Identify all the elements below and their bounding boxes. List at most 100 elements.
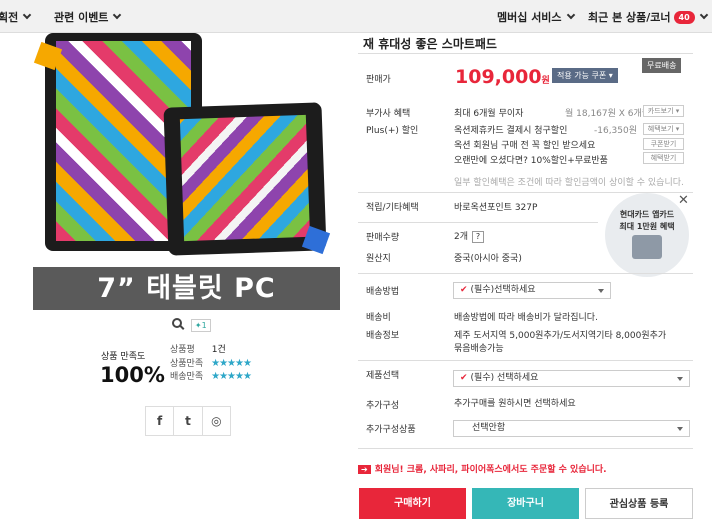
wishlist-button[interactable]: 관심상품 등록 bbox=[585, 488, 693, 519]
check-icon: ✔ bbox=[460, 373, 468, 383]
divider bbox=[358, 448, 693, 449]
membership-menu[interactable]: 멤버십 서비스 bbox=[497, 9, 575, 25]
origin-label: 원산지 bbox=[366, 254, 391, 264]
chevron-down-icon bbox=[566, 10, 575, 20]
additional-product-select[interactable]: 선택안함 bbox=[453, 420, 690, 437]
chevron-down-icon bbox=[677, 427, 683, 431]
shipping-info-line-2: 묶음배송가능 bbox=[454, 344, 504, 354]
price: 109,000원 bbox=[455, 66, 550, 88]
benefit-view-button[interactable]: 혜택보기 ▾ bbox=[643, 123, 684, 135]
benefit-note: 일부 할인혜택은 조건에 따라 할인금액이 상이할 수 있습니다. bbox=[454, 178, 684, 188]
shipping-fee-label: 배송비 bbox=[366, 313, 391, 323]
recent-items-menu[interactable]: 최근 본 상품/코너 40 bbox=[588, 9, 708, 25]
arrow-right-icon: ➔ bbox=[358, 465, 371, 474]
chevron-down-icon bbox=[598, 289, 604, 293]
shipping-fee-value: 배송방법에 따라 배송비가 달라집니다. bbox=[454, 313, 598, 323]
share-other-icon[interactable]: ◎ bbox=[203, 407, 230, 435]
additional-product-label: 추가구성상품 bbox=[366, 425, 416, 435]
chevron-down-icon bbox=[699, 10, 708, 20]
chevron-down-icon bbox=[23, 10, 32, 20]
divider bbox=[358, 360, 693, 361]
plus-badge[interactable]: ✦1 bbox=[190, 319, 211, 332]
price-value: 109,000 bbox=[455, 66, 542, 88]
nav-exhibition-menu[interactable]: 획전 bbox=[0, 9, 32, 25]
divider bbox=[358, 273, 693, 274]
satisfaction-value: 100% bbox=[100, 363, 165, 387]
nav-exhibition-label: 획전 bbox=[0, 11, 19, 24]
shipping-method-value: (필수)선택하세요 bbox=[470, 285, 536, 295]
delivery-rating-row: 배송만족 ★★★★★ bbox=[170, 370, 252, 383]
divider bbox=[358, 53, 693, 54]
recent-items-label: 최근 본 상품/코너 bbox=[588, 11, 671, 24]
product-rating-row: 상품만족 ★★★★★ bbox=[170, 357, 252, 370]
satisfaction-label: 상품 만족도 bbox=[101, 352, 146, 362]
recent-count-badge: 40 bbox=[673, 11, 695, 24]
additional-value: 추가구매를 원하시면 선택하세요 bbox=[454, 399, 576, 409]
coupon-get-button[interactable]: 쿠폰받기 bbox=[643, 138, 684, 150]
quantity-label: 판매수량 bbox=[366, 233, 400, 243]
facebook-icon[interactable]: f bbox=[146, 407, 175, 435]
product-select[interactable]: ✔ (필수) 선택하세요 bbox=[453, 370, 690, 387]
review-count-value: 1건 bbox=[211, 345, 226, 355]
image-tools: ✦1 bbox=[172, 318, 211, 332]
plus-line-2: 옥션 회원님 구매 전 꼭 할인 받으세요 bbox=[454, 141, 596, 151]
tablet-small-image bbox=[163, 102, 327, 256]
product-headline: 재 휴대성 좋은 스마트패드 bbox=[363, 37, 497, 51]
browser-notice-text: 회원님! 크롬, 사파리, 파이어폭스에서도 주문할 수 있습니다. bbox=[374, 465, 607, 475]
zoom-icon[interactable] bbox=[172, 318, 182, 328]
divider bbox=[358, 222, 598, 223]
shipping-method-label: 배송방법 bbox=[366, 287, 400, 297]
card-promo-bubble[interactable]: 현대카드 앱카드 최대 1만원 혜택 bbox=[605, 193, 689, 277]
card-view-button[interactable]: 카드보기 ▾ bbox=[643, 105, 684, 117]
quantity-field[interactable]: 2개? bbox=[454, 229, 485, 243]
buy-button[interactable]: 구매하기 bbox=[359, 488, 466, 519]
product-select-label: 제품선택 bbox=[366, 371, 400, 381]
close-icon[interactable]: ✕ bbox=[678, 193, 689, 208]
review-count-label: 상품평 bbox=[170, 345, 195, 355]
benefits-label: 부가사 혜택 bbox=[366, 109, 411, 119]
origin-value: 중국(아시아 중국) bbox=[454, 254, 522, 264]
additional-product-value: 선택안함 bbox=[472, 423, 506, 433]
browser-notice: ➔ 회원님! 크롬, 사파리, 파이어폭스에서도 주문할 수 있습니다. bbox=[358, 462, 607, 475]
price-label: 판매가 bbox=[366, 75, 391, 85]
top-nav-bar: 획전 관련 이벤트 멤버십 서비스 최근 본 상품/코너 40 bbox=[0, 0, 712, 33]
twitter-icon[interactable]: t bbox=[174, 407, 203, 435]
promo-line-1: 현대카드 앱카드 bbox=[619, 210, 675, 219]
points-value: 바로옥션포인트 327P bbox=[454, 203, 538, 213]
chevron-down-icon bbox=[677, 377, 683, 381]
review-count-row[interactable]: 상품평 1건 bbox=[170, 344, 251, 357]
plus-count: 1 bbox=[201, 321, 207, 330]
star-icon: ★★★★★ bbox=[211, 371, 252, 382]
star-icon: ★★★★★ bbox=[211, 358, 252, 369]
product-image-title: 7” 태블릿 PC bbox=[33, 267, 340, 310]
product-select-value: (필수) 선택하세요 bbox=[470, 373, 539, 383]
chevron-down-icon bbox=[113, 10, 122, 20]
cart-button[interactable]: 장바구니 bbox=[472, 488, 579, 519]
rating-rows: 상품평 1건 상품만족 ★★★★★ 배송만족 ★★★★★ bbox=[170, 344, 252, 383]
benefit-get-button[interactable]: 혜택받기 bbox=[643, 152, 684, 164]
plus-line-3: 오랜만에 오셨다면? 10%할인+무료반품 bbox=[454, 156, 608, 166]
delivery-rating-label: 배송만족 bbox=[170, 372, 204, 382]
product-image[interactable]: 7” 태블릿 PC bbox=[33, 33, 340, 310]
shipping-method-select[interactable]: ✔ (필수)선택하세요 bbox=[453, 282, 611, 299]
installment-detail: 월 18,167원 X 6개월 bbox=[565, 109, 651, 119]
help-icon[interactable]: ? bbox=[472, 231, 485, 243]
share-buttons: f t ◎ bbox=[145, 406, 231, 436]
coupon-button[interactable]: 적용 가능 쿠폰 ▾ bbox=[552, 68, 618, 83]
additional-label: 추가구성 bbox=[366, 401, 400, 411]
check-icon: ✔ bbox=[460, 285, 468, 295]
promo-line-2: 최대 1만원 혜택 bbox=[619, 222, 675, 231]
membership-label: 멤버십 서비스 bbox=[497, 11, 562, 24]
nav-related-events-menu[interactable]: 관련 이벤트 bbox=[54, 9, 122, 25]
card-icon bbox=[632, 235, 662, 259]
points-label: 적립/기타혜택 bbox=[366, 203, 419, 213]
plus-line-1-amount: -16,350원 bbox=[594, 126, 638, 136]
shipping-info-label: 배송정보 bbox=[366, 331, 400, 341]
price-unit: 원 bbox=[541, 76, 550, 86]
plus-line-1: 옥션제휴카드 결제시 청구할인 bbox=[454, 126, 568, 136]
nav-related-events-label: 관련 이벤트 bbox=[54, 11, 109, 24]
free-shipping-badge: 무료배송 bbox=[642, 58, 682, 73]
installment-text: 최대 6개월 무이자 bbox=[454, 109, 524, 119]
product-rating-label: 상품만족 bbox=[170, 359, 204, 369]
quantity-value: 2개 bbox=[454, 232, 469, 242]
